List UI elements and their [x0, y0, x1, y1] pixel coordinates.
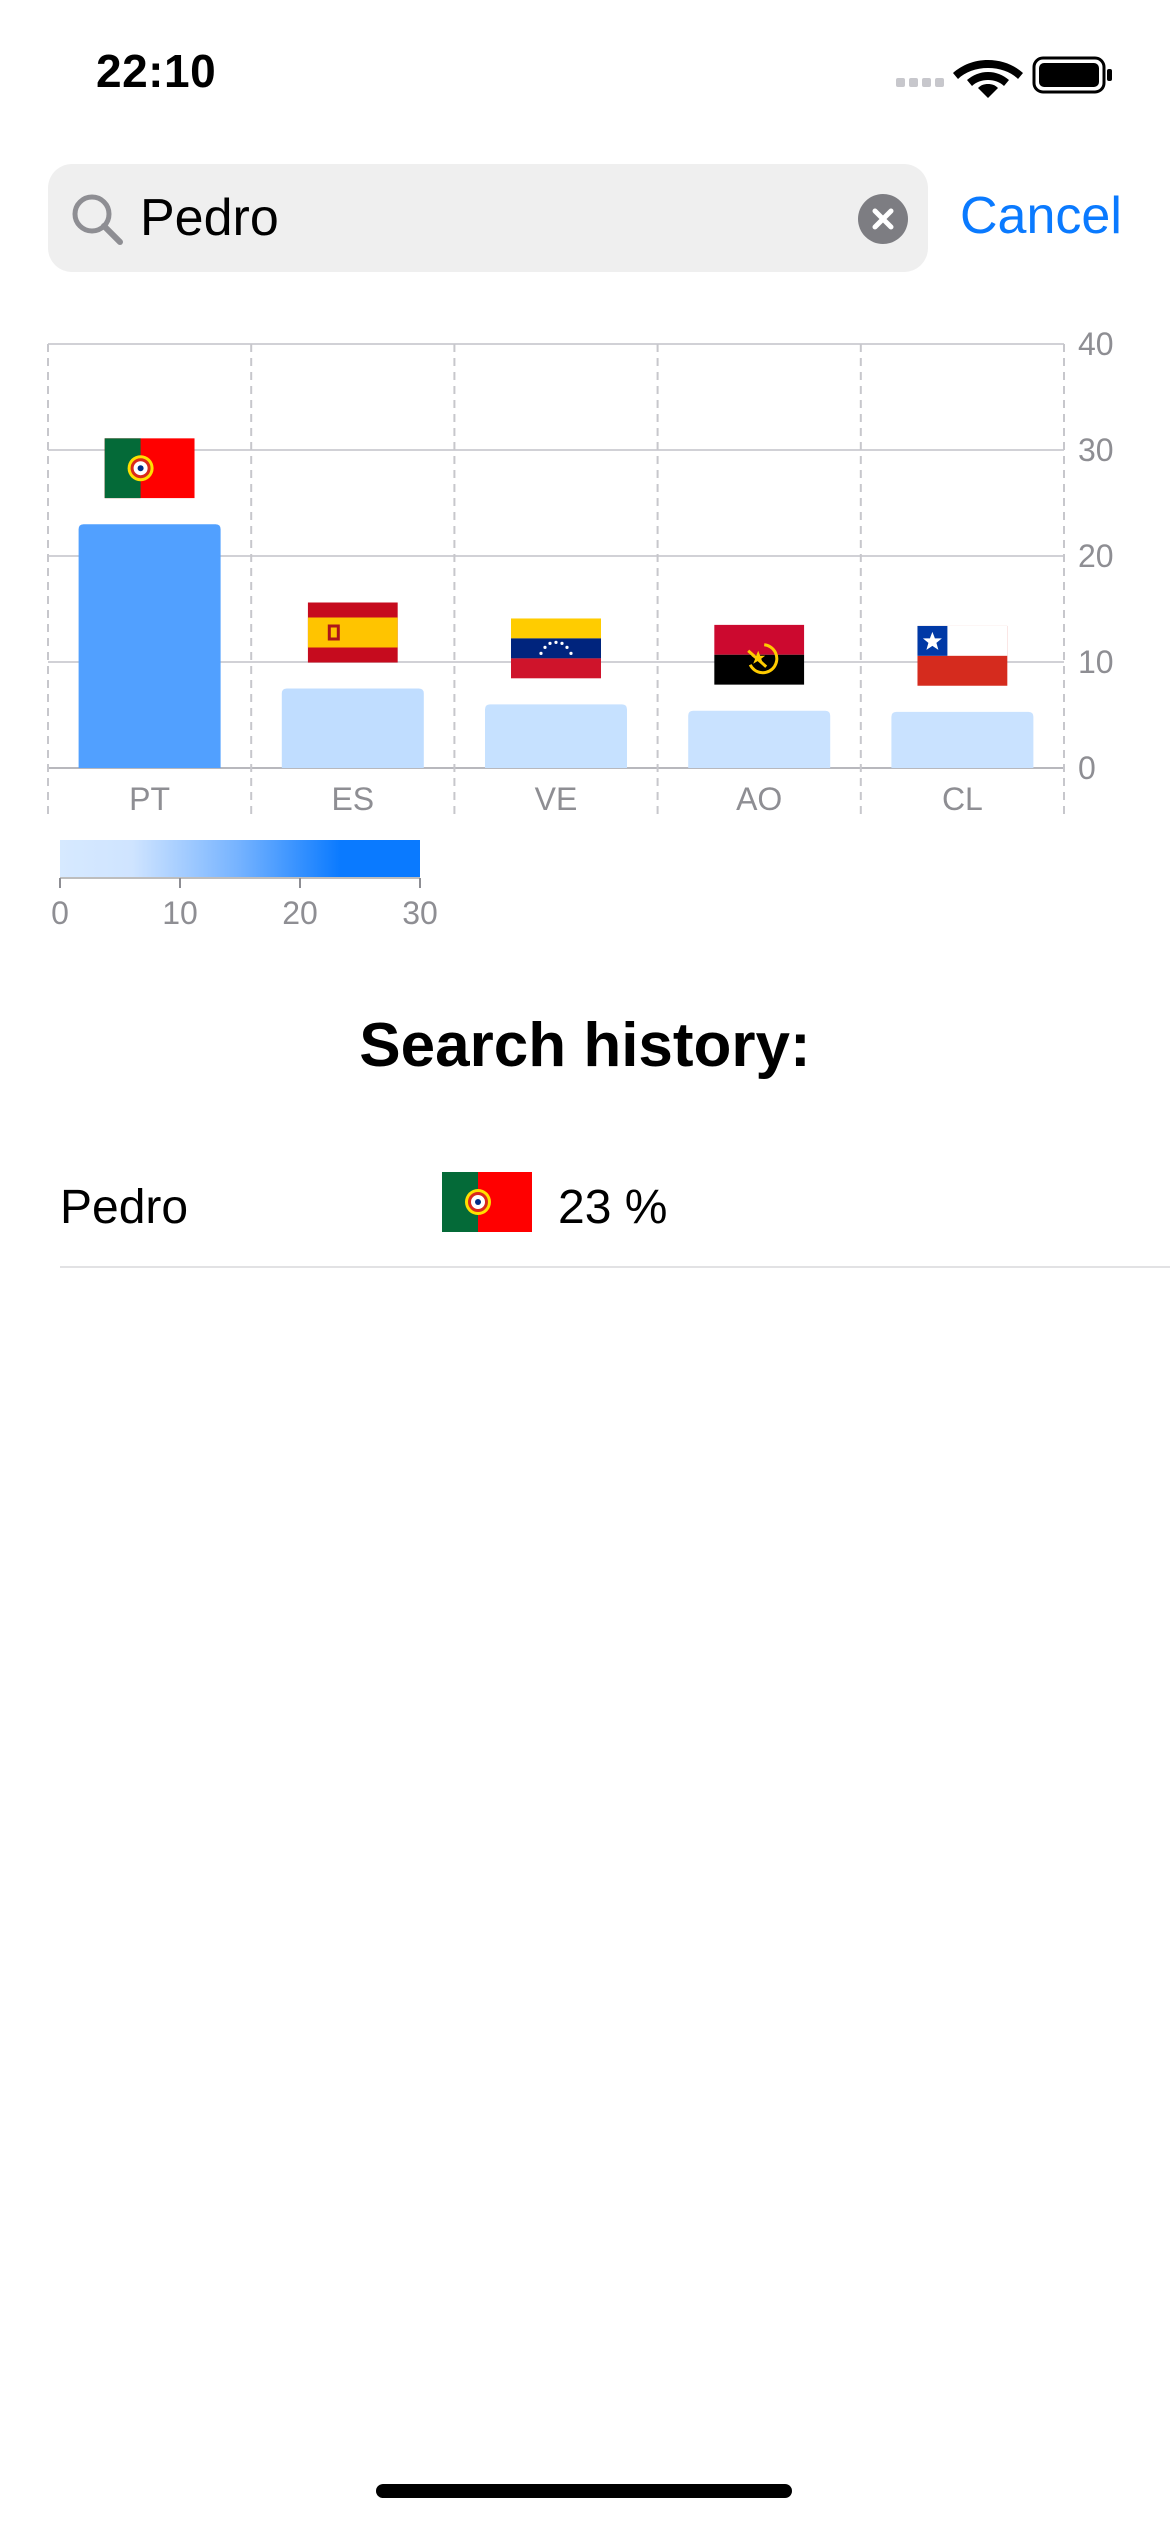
clear-text-icon[interactable]: [858, 194, 908, 244]
history-name: Pedro: [60, 1181, 189, 1234]
search-input[interactable]: Pedro: [140, 186, 279, 250]
cancel-button[interactable]: Cancel: [960, 184, 1122, 248]
x-tick-label: CL: [942, 781, 983, 817]
bar-cl: [891, 711, 1034, 768]
status-icons: [896, 56, 1112, 98]
bar-pt: [78, 524, 221, 768]
status-time: 22:10: [96, 45, 217, 97]
search-history-title: Search history:: [359, 1011, 811, 1080]
y-tick-label: 0: [1078, 750, 1096, 786]
colorbar-tick-label: 30: [402, 895, 438, 931]
colorbar-tick-label: 0: [51, 895, 69, 931]
venezuela-flag-icon: [511, 618, 601, 679]
portugal-flag-icon: [104, 438, 195, 499]
bar-es: [281, 688, 424, 768]
angola-flag-icon: [714, 624, 805, 685]
colorbar-tick-label: 20: [282, 895, 318, 931]
y-tick-label: 40: [1078, 326, 1114, 362]
colorbar-tick-label: 10: [162, 895, 198, 931]
x-tick-label: VE: [535, 781, 578, 817]
y-tick-label: 30: [1078, 432, 1114, 468]
chart-flags: [104, 438, 1008, 686]
home-indicator[interactable]: [376, 2484, 792, 2498]
bar-ao: [688, 710, 831, 768]
x-tick-label: AO: [736, 781, 782, 817]
search-icon: [72, 194, 123, 245]
cellular-signal-icon: [896, 78, 944, 87]
portugal-flag-icon: [442, 1172, 532, 1232]
bar-chart: 0 10 20 30 40 PT ES VE AO CL: [47, 326, 1114, 818]
bar-ve: [485, 704, 627, 768]
battery-icon: [1032, 56, 1112, 94]
wifi-icon: [953, 60, 1023, 98]
spain-flag-icon: [307, 602, 398, 663]
chile-flag-icon: [917, 625, 1008, 686]
x-tick-label: ES: [331, 781, 374, 817]
y-tick-label: 10: [1078, 644, 1114, 680]
color-scale-legend: 0 10 20 30: [51, 840, 438, 931]
colorbar-gradient: [60, 840, 420, 878]
search-field[interactable]: Pedro: [48, 164, 928, 272]
x-tick-label: PT: [129, 781, 170, 817]
history-row[interactable]: Pedro 23 %: [60, 1156, 1170, 1268]
history-value: 23 %: [558, 1181, 668, 1234]
y-tick-label: 20: [1078, 538, 1114, 574]
